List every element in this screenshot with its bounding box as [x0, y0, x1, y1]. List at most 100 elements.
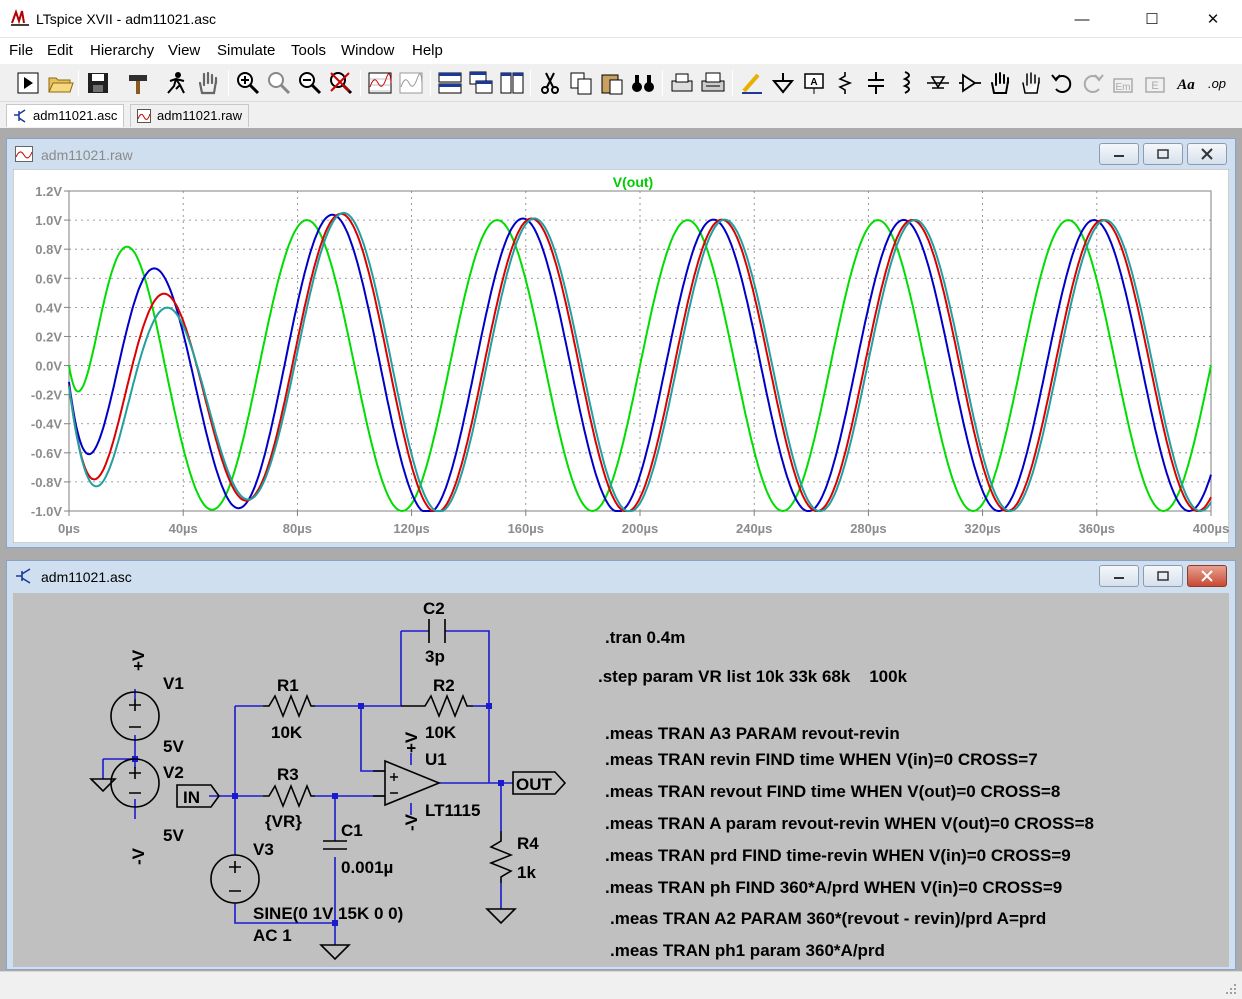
save-icon[interactable] — [84, 69, 112, 97]
waveform-maximize-button[interactable] — [1143, 143, 1183, 165]
draw-wire-icon[interactable] — [738, 69, 766, 97]
toolbar-separator — [662, 70, 663, 96]
directive-meas-a2[interactable]: .meas TRAN A2 PARAM 360*(revout - revin)… — [610, 909, 1046, 928]
waveform-window-titlebar[interactable]: adm11021.raw — [7, 139, 1235, 169]
r4-value[interactable]: 1k — [517, 863, 536, 882]
u1-minus-v-flag[interactable]: -V — [402, 813, 421, 831]
r2-value[interactable]: 10K — [425, 723, 457, 742]
r3-value[interactable]: {VR} — [265, 812, 302, 831]
tab-schematic[interactable]: adm11021.asc — [6, 104, 125, 127]
r2-label[interactable]: R2 — [433, 676, 455, 695]
menu-hierarchy[interactable]: Hierarchy — [90, 42, 154, 59]
open-icon[interactable] — [46, 69, 74, 97]
schematic-canvas[interactable]: V1 5V V2 5V +V -V IN OUT R1 10K R2 10K R… — [13, 593, 1229, 967]
hammer-icon[interactable] — [124, 69, 152, 97]
rotate-icon[interactable]: Em — [1110, 69, 1138, 97]
close-button[interactable]: ✕ — [1190, 0, 1236, 38]
zoom-extents-icon[interactable] — [265, 69, 293, 97]
directive-meas-revin[interactable]: .meas TRAN revin FIND time WHEN V(in)=0 … — [605, 750, 1038, 769]
directive-tran[interactable]: .tran 0.4m — [605, 628, 685, 647]
r4-label[interactable]: R4 — [517, 834, 539, 853]
waveform-icon[interactable] — [366, 69, 394, 97]
capacitor-icon[interactable] — [862, 69, 890, 97]
spice-directive-icon[interactable]: .op — [1203, 69, 1231, 97]
v3-ac-value[interactable]: AC 1 — [253, 926, 292, 945]
directive-meas-a3[interactable]: .meas TRAN A3 PARAM revout-revin — [605, 724, 900, 743]
u1-value[interactable]: LT1115 — [425, 801, 480, 820]
menu-file[interactable]: File — [9, 42, 33, 59]
trace-label[interactable]: V(out) — [613, 174, 653, 190]
inductor-icon[interactable] — [893, 69, 921, 97]
directive-meas-ph[interactable]: .meas TRAN ph FIND 360*A/prd WHEN V(in)=… — [605, 878, 1062, 897]
component-icon[interactable] — [955, 69, 983, 97]
directive-meas-revout[interactable]: .meas TRAN revout FIND time WHEN V(out)=… — [605, 782, 1060, 801]
diode-icon[interactable] — [924, 69, 952, 97]
ground-icon[interactable] — [769, 69, 797, 97]
maximize-button[interactable]: ☐ — [1129, 0, 1175, 38]
v1-value[interactable]: 5V — [163, 737, 184, 756]
waveform-plot[interactable]: 1.2V 1.0V 0.8V 0.6V 0.4V 0.2V 0.0V -0.2V -0.4V -0… — [13, 169, 1229, 543]
resize-grip-icon[interactable] — [1224, 982, 1238, 996]
schematic-close-button[interactable] — [1187, 565, 1227, 587]
directive-meas-ph1[interactable]: .meas TRAN ph1 param 360*A/prd — [610, 941, 885, 960]
schematic-maximize-button[interactable] — [1143, 565, 1183, 587]
zoom-in-icon[interactable] — [234, 69, 262, 97]
redo-icon[interactable] — [1079, 69, 1107, 97]
move-icon[interactable] — [986, 69, 1014, 97]
cancel-zoom-icon[interactable] — [327, 69, 355, 97]
menu-window[interactable]: Window — [341, 42, 394, 59]
c2-label[interactable]: C2 — [423, 599, 445, 618]
minimize-button[interactable]: — — [1059, 0, 1105, 38]
cascade-icon[interactable] — [467, 69, 495, 97]
menu-tools[interactable]: Tools — [291, 42, 326, 59]
v1-label[interactable]: V1 — [163, 674, 184, 693]
v3-label[interactable]: V3 — [253, 840, 274, 859]
tile-horizontal-icon[interactable] — [436, 69, 464, 97]
paste-icon[interactable] — [598, 69, 626, 97]
r1-label[interactable]: R1 — [277, 676, 299, 695]
menu-edit[interactable]: Edit — [47, 42, 73, 59]
v2-label[interactable]: V2 — [163, 763, 184, 782]
menu-help[interactable]: Help — [412, 42, 443, 59]
directive-step[interactable]: .step param VR list 10k 33k 68k 100k — [598, 667, 908, 686]
pan-hand-icon[interactable] — [194, 69, 222, 97]
v1-plus-v-flag[interactable]: +V — [129, 649, 148, 671]
resistor-icon[interactable] — [831, 69, 859, 97]
u1-label[interactable]: U1 — [425, 750, 447, 769]
cut-icon[interactable] — [536, 69, 564, 97]
print-preview-icon[interactable] — [668, 69, 696, 97]
autoscale-icon[interactable] — [397, 69, 425, 97]
text-icon[interactable]: Aa — [1172, 69, 1200, 97]
c2-value[interactable]: 3p — [425, 647, 445, 666]
u1-plus-v-flag[interactable]: +V — [402, 731, 421, 753]
run-icon[interactable] — [14, 69, 42, 97]
print-icon[interactable] — [699, 69, 727, 97]
directive-meas-a[interactable]: .meas TRAN A param revout-revin WHEN V(o… — [605, 814, 1094, 833]
waveform-minimize-button[interactable] — [1099, 143, 1139, 165]
drag-icon[interactable] — [1017, 69, 1045, 97]
out-net-label[interactable]: OUT — [516, 775, 553, 794]
menu-view[interactable]: View — [168, 42, 200, 59]
zoom-out-icon[interactable] — [296, 69, 324, 97]
in-net-label[interactable]: IN — [183, 788, 200, 807]
c1-value[interactable]: 0.001µ — [341, 858, 393, 877]
copy-icon[interactable] — [567, 69, 595, 97]
r1-value[interactable]: 10K — [271, 723, 303, 742]
v2-minus-v-flag[interactable]: -V — [129, 847, 148, 865]
waveform-close-button[interactable] — [1187, 143, 1227, 165]
directive-meas-prd[interactable]: .meas TRAN prd FIND time-revin WHEN V(in… — [605, 846, 1071, 865]
schematic-window-titlebar[interactable]: adm11021.asc — [7, 561, 1235, 591]
schematic-minimize-button[interactable] — [1099, 565, 1139, 587]
undo-icon[interactable] — [1048, 69, 1076, 97]
c1-label[interactable]: C1 — [341, 821, 363, 840]
v3-value[interactable]: SINE(0 1V 15K 0 0) — [253, 904, 403, 923]
label-icon[interactable]: A — [800, 69, 828, 97]
tile-vertical-icon[interactable] — [498, 69, 526, 97]
v2-value[interactable]: 5V — [163, 826, 184, 845]
find-icon[interactable] — [629, 69, 657, 97]
menu-simulate[interactable]: Simulate — [217, 42, 275, 59]
tab-raw[interactable]: adm11021.raw — [130, 104, 250, 127]
r3-label[interactable]: R3 — [277, 765, 299, 784]
mirror-icon[interactable]: E — [1141, 69, 1169, 97]
run-man-icon[interactable] — [162, 69, 190, 97]
